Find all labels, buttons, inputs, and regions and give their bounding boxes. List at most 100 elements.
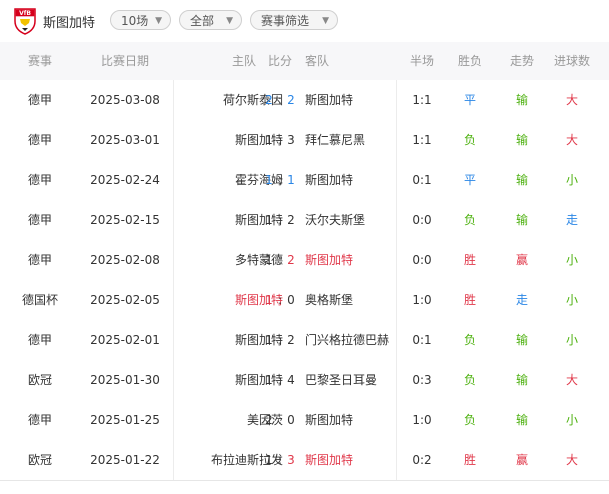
competition-cell: 德甲 <box>27 173 52 187</box>
date-cell: 2025-02-08 <box>90 253 160 267</box>
home-score-cell: 2 <box>265 93 273 107</box>
half-time-cell: 0:2 <box>412 453 432 467</box>
score-separator: : <box>277 333 283 347</box>
home-score-cell: 1 <box>265 293 273 307</box>
result-cell: 平 <box>463 93 476 107</box>
goals-cell: 小 <box>565 333 578 347</box>
trend-cell: 输 <box>515 333 528 347</box>
table-bottom-divider <box>0 480 609 481</box>
away-score-cell: 3 <box>287 453 295 467</box>
half-time-cell: 1:1 <box>412 93 432 107</box>
home-score-cell: 1 <box>265 333 273 347</box>
date-cell: 2025-01-25 <box>90 413 160 427</box>
date-cell: 2025-02-24 <box>90 173 160 187</box>
competition-cell: 欧冠 <box>27 453 52 467</box>
goals-cell: 大 <box>565 453 578 467</box>
col-date: 比赛日期 <box>100 54 149 68</box>
trend-cell: 走 <box>515 293 528 307</box>
competition-filter-dropdown[interactable]: 赛事筛选 ▼ <box>250 10 338 30</box>
date-cell: 2025-03-08 <box>90 93 160 107</box>
home-score-cell: 1 <box>265 133 273 147</box>
table-row[interactable]: 德甲 2025-02-15 斯图加特 1:2 沃尔夫斯堡 0:0 负输走 <box>0 200 609 240</box>
trend-cell: 输 <box>515 133 528 147</box>
chevron-down-icon: ▼ <box>226 16 233 26</box>
away-score-cell: 0 <box>287 413 295 427</box>
table-row[interactable]: 德甲 2025-03-01 斯图加特 1:3 拜仁慕尼黑 1:1 负输大 <box>0 120 609 160</box>
half-time-cell: 1:1 <box>412 133 432 147</box>
home-score-cell: 1 <box>265 173 273 187</box>
half-time-cell: 1:0 <box>412 293 432 307</box>
col-result: 胜负 <box>457 54 482 68</box>
svg-text:VfB: VfB <box>19 10 31 17</box>
trend-cell: 赢 <box>515 253 528 267</box>
half-time-cell: 0:0 <box>412 213 432 227</box>
match-count-label: 10场 <box>121 14 149 28</box>
competition-filter-label: 赛事筛选 <box>261 14 310 28</box>
half-time-cell: 1:0 <box>412 413 432 427</box>
col-trend: 走势 <box>509 54 534 68</box>
table-row[interactable]: 欧冠 2025-01-30 斯图加特 1:4 巴黎圣日耳曼 0:3 负输大 <box>0 360 609 400</box>
table-row[interactable]: 德甲 2025-02-24 霍芬海姆 1:1 斯图加特 0:1 平输小 <box>0 160 609 200</box>
away-team-cell: 斯图加特 <box>305 413 354 427</box>
result-cell: 胜 <box>463 293 476 307</box>
match-type-label: 全部 <box>190 14 215 28</box>
score-separator: : <box>277 133 283 147</box>
half-time-cell: 0:3 <box>412 373 432 387</box>
score-separator: : <box>277 93 283 107</box>
result-cell: 负 <box>463 213 476 227</box>
away-team-cell: 斯图加特 <box>305 253 354 267</box>
trend-cell: 输 <box>515 413 528 427</box>
table-row[interactable]: 德甲 2025-03-08 荷尔斯泰因 2:2 斯图加特 1:1 平输大 <box>0 80 609 120</box>
result-cell: 胜 <box>463 253 476 267</box>
half-time-cell: 0:1 <box>412 173 432 187</box>
score-separator: : <box>277 413 283 427</box>
score-separator: : <box>277 213 283 227</box>
away-team-cell: 斯图加特 <box>305 453 354 467</box>
away-score-cell: 1 <box>287 173 295 187</box>
match-type-dropdown[interactable]: 全部 ▼ <box>179 10 242 30</box>
competition-cell: 德甲 <box>27 253 52 267</box>
table-header: 赛事 比赛日期 主队 比分 客队 半场 胜负 走势 进球数 <box>0 42 609 80</box>
result-cell: 负 <box>463 333 476 347</box>
half-time-cell: 0:1 <box>412 333 432 347</box>
table-row[interactable]: 德甲 2025-01-25 美因茨 2:0 斯图加特 1:0 负输小 <box>0 400 609 440</box>
trend-cell: 输 <box>515 93 528 107</box>
competition-cell: 德国杯 <box>21 293 58 307</box>
competition-cell: 德甲 <box>27 93 52 107</box>
goals-cell: 小 <box>565 253 578 267</box>
table-row[interactable]: 德甲 2025-02-01 斯图加特 1:2 门兴格拉德巴赫 0:1 负输小 <box>0 320 609 360</box>
date-cell: 2025-01-30 <box>90 373 160 387</box>
result-cell: 负 <box>463 413 476 427</box>
away-team-cell: 拜仁慕尼黑 <box>305 133 366 147</box>
away-team-cell: 巴黎圣日耳曼 <box>305 373 378 387</box>
table-row[interactable]: 德国杯 2025-02-05 斯图加特 1:0 奥格斯堡 1:0 胜走小 <box>0 280 609 320</box>
date-cell: 2025-01-22 <box>90 453 160 467</box>
half-time-cell: 0:0 <box>412 253 432 267</box>
score-separator: : <box>277 173 283 187</box>
result-cell: 负 <box>463 133 476 147</box>
date-cell: 2025-03-01 <box>90 133 160 147</box>
col-home: 主队 <box>231 54 256 68</box>
goals-cell: 小 <box>565 173 578 187</box>
home-score-cell: 1 <box>265 213 273 227</box>
competition-cell: 欧冠 <box>27 373 52 387</box>
date-cell: 2025-02-15 <box>90 213 160 227</box>
away-score-cell: 2 <box>287 253 295 267</box>
home-score-cell: 1 <box>265 453 273 467</box>
home-score-cell: 1 <box>265 373 273 387</box>
away-team-cell: 沃尔夫斯堡 <box>305 213 366 227</box>
table-row[interactable]: 欧冠 2025-01-22 布拉迪斯拉发 1:3 斯图加特 0:2 胜赢大 <box>0 440 609 480</box>
away-team-cell: 奥格斯堡 <box>305 293 354 307</box>
away-score-cell: 2 <box>287 333 295 347</box>
trend-cell: 输 <box>515 173 528 187</box>
team-name: 斯图加特 <box>43 16 96 31</box>
table-row[interactable]: 德甲 2025-02-08 多特蒙德 1:2 斯图加特 0:0 胜赢小 <box>0 240 609 280</box>
col-competition: 赛事 <box>27 54 52 68</box>
goals-cell: 走 <box>565 213 578 227</box>
match-count-dropdown[interactable]: 10场 ▼ <box>110 10 171 30</box>
trend-cell: 赢 <box>515 453 528 467</box>
away-score-cell: 3 <box>287 133 295 147</box>
result-cell: 胜 <box>463 453 476 467</box>
away-score-cell: 2 <box>287 93 295 107</box>
chevron-down-icon: ▼ <box>322 16 329 26</box>
